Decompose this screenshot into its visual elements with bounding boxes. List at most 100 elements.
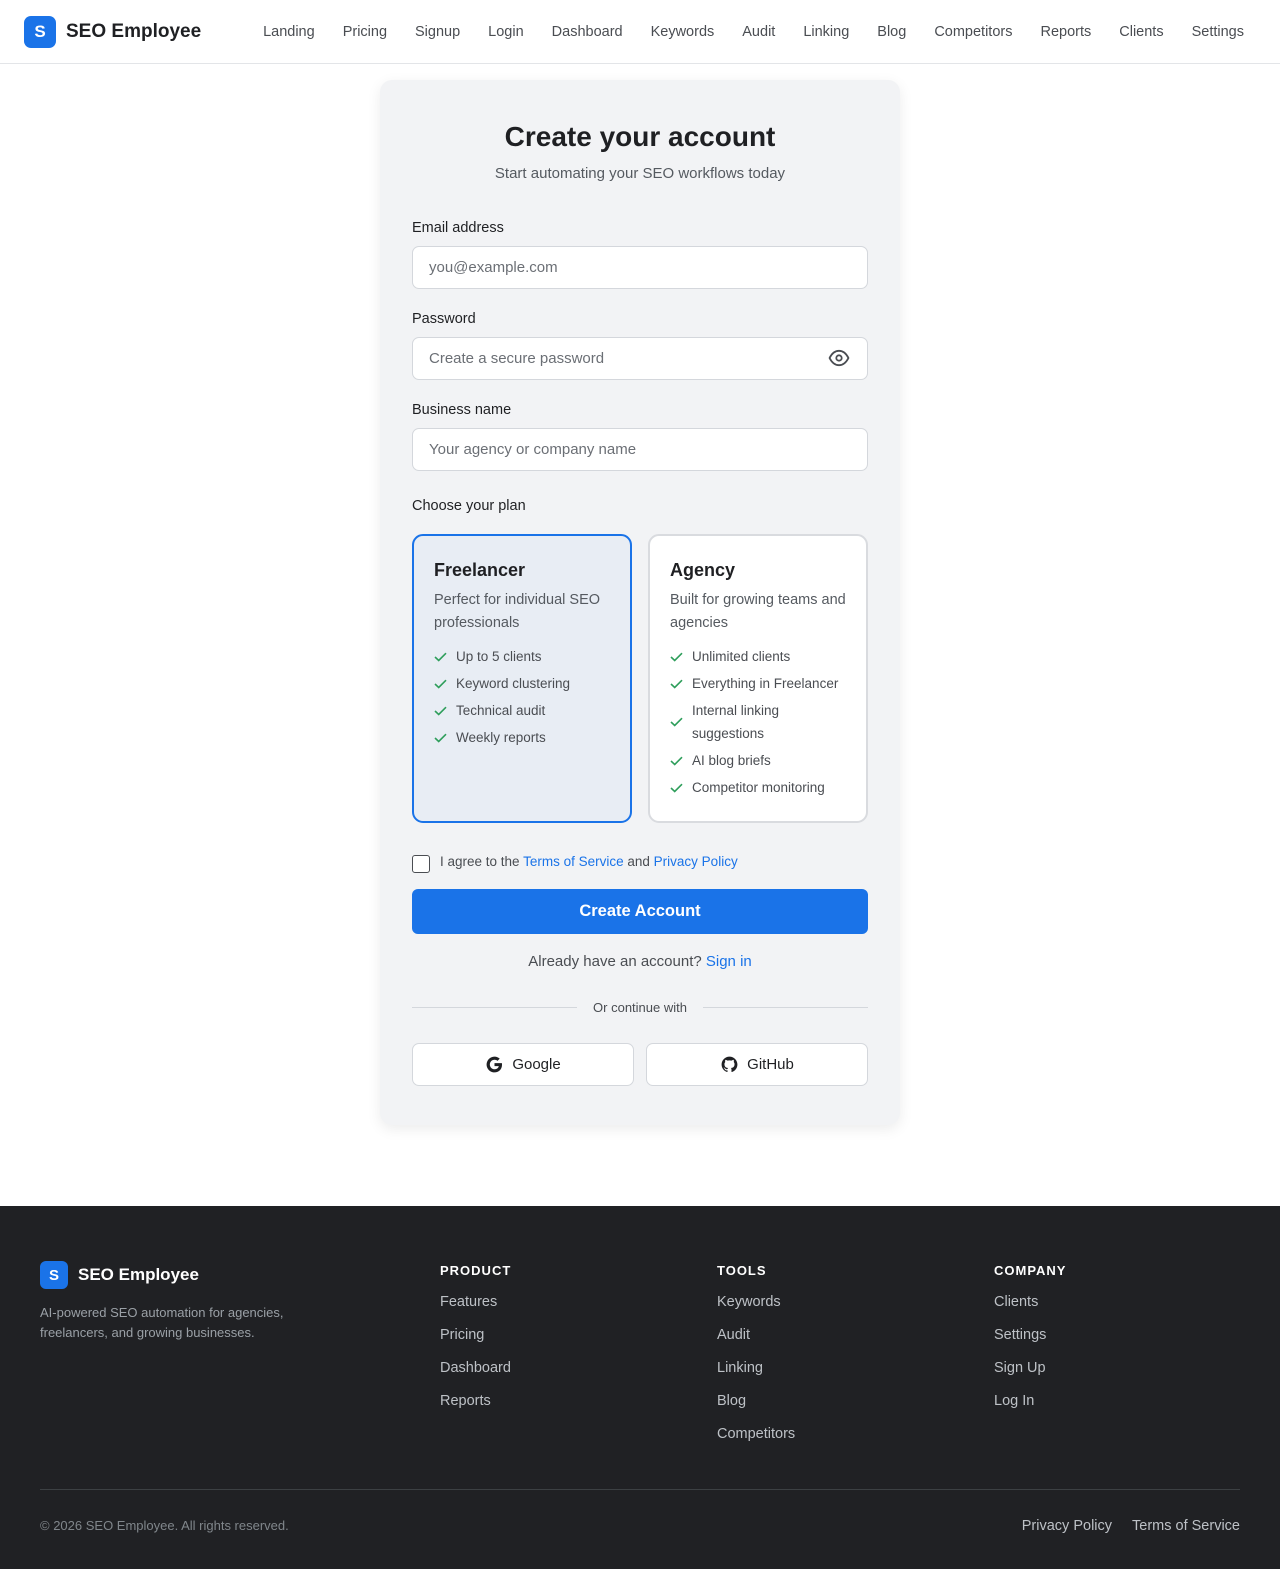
- footer-column-company: COMPANY Clients Settings Sign Up Log In: [994, 1261, 1066, 1410]
- footer-link-settings[interactable]: Settings: [994, 1326, 1066, 1344]
- plan-feature-label: Up to 5 clients: [456, 649, 542, 664]
- footer-link-dashboard[interactable]: Dashboard: [440, 1359, 511, 1377]
- signin-prompt: Already have an account? Sign in: [412, 953, 868, 970]
- footer-bottom: © 2026 SEO Employee. All rights reserved…: [40, 1490, 1240, 1561]
- check-icon: [434, 679, 447, 689]
- plan-feature-label: Unlimited clients: [692, 649, 791, 664]
- footer-link-competitors[interactable]: Competitors: [717, 1425, 795, 1443]
- footer-column-title: COMPANY: [994, 1263, 1067, 1278]
- password-group: Password: [412, 311, 868, 380]
- signin-prefix: Already have an account?: [528, 953, 702, 970]
- footer-link-pricing[interactable]: Pricing: [440, 1326, 511, 1344]
- plan-card-agency[interactable]: Agency Built for growing teams and agenc…: [648, 534, 868, 823]
- footer-top: S SEO Employee AI-powered SEO automation…: [40, 1261, 1240, 1489]
- plan-feature-label: Everything in Freelancer: [692, 676, 839, 691]
- copyright: © 2026 SEO Employee. All rights reserved…: [40, 1518, 289, 1533]
- signup-card: Create your account Start automating you…: [380, 80, 900, 1125]
- check-icon: [670, 717, 683, 727]
- plan-feature-list: Unlimited clients Everything in Freelanc…: [670, 645, 846, 799]
- divider-line: [412, 1007, 578, 1008]
- password-wrapper: [412, 337, 868, 380]
- business-group: Business name: [412, 402, 868, 471]
- nav-link-signup[interactable]: Signup: [401, 0, 474, 64]
- plan-feature: AI blog briefs: [670, 749, 846, 772]
- main-nav: Landing Pricing Signup Login Dashboard K…: [249, 0, 1256, 64]
- business-label: Business name: [412, 402, 512, 418]
- nav-link-reports[interactable]: Reports: [1026, 0, 1105, 64]
- plan-description: Perfect for individual SEO professionals: [434, 592, 601, 631]
- footer-legal-links: Privacy Policy Terms of Service: [1022, 1518, 1240, 1534]
- github-label: GitHub: [747, 1056, 794, 1073]
- brand[interactable]: S SEO Employee: [24, 15, 201, 48]
- business-name-field[interactable]: [412, 428, 868, 471]
- plan-feature-label: Competitor monitoring: [692, 780, 825, 795]
- terms-link[interactable]: Terms of Service: [523, 854, 624, 869]
- site-footer: S SEO Employee AI-powered SEO automation…: [0, 1206, 1280, 1569]
- check-icon: [434, 706, 447, 716]
- nav-link-keywords[interactable]: Keywords: [637, 0, 729, 64]
- plan-feature: Internal linking suggestions: [670, 699, 846, 745]
- nav-link-dashboard[interactable]: Dashboard: [538, 0, 637, 64]
- privacy-link[interactable]: Privacy Policy: [654, 854, 738, 869]
- footer-brand: S SEO Employee AI-powered SEO automation…: [40, 1261, 440, 1489]
- create-account-button[interactable]: Create Account: [412, 889, 868, 934]
- google-icon: [486, 1056, 503, 1073]
- plan-label: Choose your plan: [412, 498, 526, 514]
- footer-link-features[interactable]: Features: [440, 1293, 511, 1311]
- plan-feature-label: Technical audit: [456, 703, 546, 718]
- google-signin-button[interactable]: Google: [412, 1043, 634, 1086]
- github-signin-button[interactable]: GitHub: [646, 1043, 868, 1086]
- footer-column-title: PRODUCT: [440, 1263, 512, 1278]
- footer-link-linking[interactable]: Linking: [717, 1359, 795, 1377]
- email-group: Email address: [412, 220, 868, 289]
- nav-link-login[interactable]: Login: [474, 0, 537, 64]
- plan-feature: Everything in Freelancer: [670, 672, 846, 695]
- plan-feature: Up to 5 clients: [434, 645, 610, 668]
- nav-link-blog[interactable]: Blog: [863, 0, 920, 64]
- email-label: Email address: [412, 220, 504, 236]
- password-field[interactable]: [412, 337, 868, 380]
- footer-link-signup[interactable]: Sign Up: [994, 1359, 1066, 1377]
- footer-brand-row[interactable]: S SEO Employee: [40, 1261, 440, 1289]
- terms-text: I agree to the Terms of Service and Priv…: [440, 853, 738, 871]
- plan-feature: Competitor monitoring: [670, 776, 846, 799]
- plan-name: Freelancer: [434, 560, 526, 580]
- logo-icon: S: [24, 15, 56, 48]
- footer-link-blog[interactable]: Blog: [717, 1392, 795, 1410]
- nav-link-settings[interactable]: Settings: [1178, 0, 1256, 64]
- plan-options: Freelancer Perfect for individual SEO pr…: [412, 534, 868, 823]
- check-icon: [434, 652, 447, 662]
- footer-link-clients[interactable]: Clients: [994, 1293, 1066, 1311]
- top-navbar: S SEO Employee Landing Pricing Signup Lo…: [0, 0, 1280, 64]
- check-icon: [670, 652, 683, 662]
- footer-terms-link[interactable]: Terms of Service: [1132, 1518, 1240, 1534]
- plan-feature-label: AI blog briefs: [692, 753, 771, 768]
- footer-privacy-link[interactable]: Privacy Policy: [1022, 1518, 1112, 1534]
- check-icon: [670, 756, 683, 766]
- nav-link-pricing[interactable]: Pricing: [329, 0, 401, 64]
- show-password-icon[interactable]: [828, 349, 850, 367]
- signin-link[interactable]: Sign in: [706, 953, 752, 970]
- nav-link-linking[interactable]: Linking: [789, 0, 863, 64]
- terms-checkbox[interactable]: [412, 855, 430, 873]
- footer-column-product: PRODUCT Features Pricing Dashboard Repor…: [440, 1261, 511, 1410]
- footer-link-login[interactable]: Log In: [994, 1392, 1066, 1410]
- nav-link-audit[interactable]: Audit: [728, 0, 789, 64]
- plan-section: Choose your plan Freelancer Perfect for …: [412, 498, 868, 823]
- plan-card-freelancer[interactable]: Freelancer Perfect for individual SEO pr…: [412, 534, 632, 823]
- check-icon: [434, 733, 447, 743]
- page-subtitle: Start automating your SEO workflows toda…: [494, 165, 786, 182]
- nav-link-landing[interactable]: Landing: [249, 0, 329, 64]
- nav-link-competitors[interactable]: Competitors: [920, 0, 1026, 64]
- footer-link-keywords[interactable]: Keywords: [717, 1293, 795, 1311]
- email-field[interactable]: [412, 246, 868, 289]
- footer-link-audit[interactable]: Audit: [717, 1326, 795, 1344]
- footer-brand-name: SEO Employee: [78, 1265, 199, 1284]
- google-label: Google: [512, 1056, 561, 1073]
- plan-feature-list: Up to 5 clients Keyword clustering Techn…: [434, 645, 610, 749]
- divider-text: Or continue with: [593, 1000, 687, 1015]
- terms-agreement: I agree to the Terms of Service and Priv…: [412, 853, 868, 873]
- nav-link-clients[interactable]: Clients: [1105, 0, 1177, 64]
- agree-prefix: I agree to the: [440, 854, 520, 869]
- footer-link-reports[interactable]: Reports: [440, 1392, 511, 1410]
